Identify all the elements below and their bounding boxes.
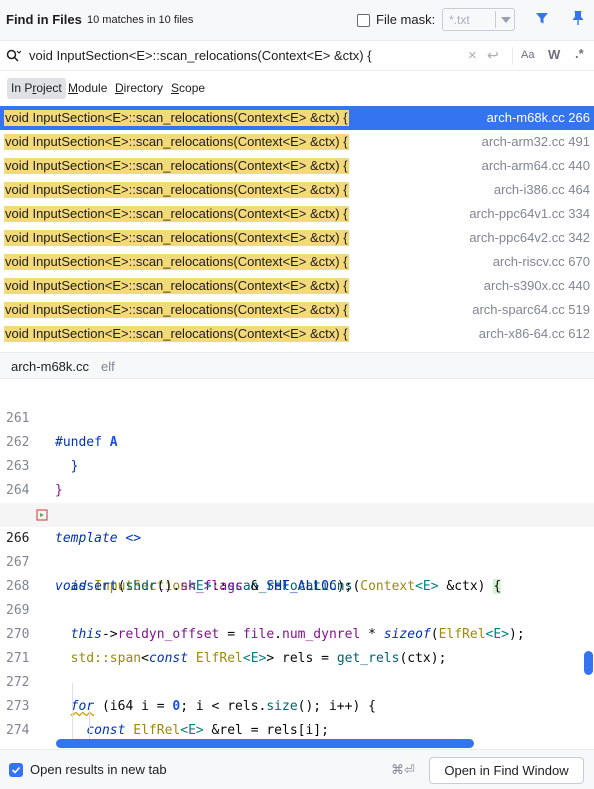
implementation-gutter-icon[interactable] (35, 508, 49, 522)
shortcut-hint: ⌘⏎ (391, 762, 415, 777)
match-count: 10 matches in 10 files (87, 14, 194, 26)
match-file: arch-sparc64.cc 519 (472, 302, 590, 317)
file-mask-label: File mask: (376, 12, 436, 27)
code-line: 271 (0, 623, 594, 666)
search-bar: × ↩ Aa W .* (0, 40, 594, 71)
line-number: 275 (6, 743, 30, 748)
match-file: arch-m68k.cc 266 (486, 110, 590, 125)
preview-header: arch-m68k.cc elf (0, 353, 594, 379)
match-text: void InputSection<E>::scan_relocations(C… (4, 158, 349, 174)
file-mask-combo[interactable]: *.txt (442, 8, 515, 31)
result-row[interactable]: void InputSection<E>::scan_relocations(C… (0, 250, 594, 274)
combo-separator (495, 11, 496, 28)
mnemonic-letter: M (68, 81, 78, 95)
dialog-title: Find in Files (6, 12, 82, 27)
match-text: void InputSection<E>::scan_relocations(C… (4, 134, 349, 150)
file-mask-checkbox[interactable] (357, 14, 370, 27)
check-icon (11, 766, 21, 774)
vertical-scrollbar[interactable] (584, 651, 593, 675)
code-line: 264 (0, 455, 594, 498)
code-line: 269 this->reldyn_offset = file.num_dynre… (0, 575, 594, 642)
code-line-current: 266 void InputSection<E>::scan_relocatio… (0, 503, 594, 594)
toolbar-separator (512, 47, 513, 65)
result-row[interactable]: void InputSection<E>::scan_relocations(C… (0, 298, 594, 322)
match-file: arch-x86-64.cc 612 (478, 326, 590, 341)
match-text: void InputSection<E>::scan_relocations(C… (4, 254, 349, 270)
pin-icon[interactable] (571, 10, 585, 26)
words-button[interactable]: W (548, 47, 560, 62)
match-text: void InputSection<E>::scan_relocations(C… (4, 110, 349, 126)
regex-button[interactable]: .* (575, 46, 584, 61)
indent-guide (72, 683, 73, 743)
code-line: 262 } (0, 407, 594, 474)
match-file: arch-arm64.cc 440 (481, 158, 590, 173)
filter-icon[interactable] (535, 11, 549, 25)
match-text: void InputSection<E>::scan_relocations(C… (4, 326, 349, 342)
tab-module[interactable]: Module (64, 78, 111, 99)
code-line: 270 std::span<const ElfRel<E>> rels = ge… (0, 599, 594, 666)
match-case-button[interactable]: Aa (521, 49, 534, 61)
tab-directory[interactable]: Directory (111, 78, 167, 99)
code-line: 268 (0, 551, 594, 594)
match-text: void InputSection<E>::scan_relocations(C… (4, 206, 349, 222)
match-text: void InputSection<E>::scan_relocations(C… (4, 182, 349, 198)
horizontal-scrollbar[interactable] (56, 739, 474, 748)
code-preview[interactable]: 261 #undef A 262 } 263 } 264 265 templat… (0, 380, 594, 748)
match-text: void InputSection<E>::scan_relocations(C… (4, 230, 349, 246)
preview-file-name: arch-m68k.cc (11, 359, 90, 374)
result-row[interactable]: void InputSection<E>::scan_relocations(C… (0, 322, 594, 346)
code-line: 263 } (0, 431, 594, 498)
code-line: 267 assert(shdr().sh_flags & SHF_ALLOC); (0, 527, 594, 594)
code-line: 272 for (i64 i = 0; i < rels.size(); i++… (0, 647, 594, 714)
tab-scope[interactable]: Scope (167, 78, 209, 99)
tab-label: Module (68, 81, 108, 95)
preview-file-path: elf (101, 359, 115, 374)
tab-label: Scope (171, 81, 206, 95)
result-row[interactable]: void InputSection<E>::scan_relocations(C… (0, 178, 594, 202)
new-line-icon[interactable]: ↩ (487, 47, 499, 64)
tab-label: Directory (115, 81, 164, 95)
tab-label: In Project (11, 81, 62, 95)
search-icon[interactable] (6, 49, 21, 63)
open-in-new-tab-label: Open results in new tab (30, 762, 167, 777)
mnemonic-letter: S (171, 81, 180, 95)
match-file: arch-ppc64v2.cc 342 (469, 230, 590, 245)
result-row[interactable]: void InputSection<E>::scan_relocations(C… (0, 106, 594, 130)
scope-tabs: In Project Module Directory Scope (0, 71, 594, 105)
match-text: void InputSection<E>::scan_relocations(C… (4, 278, 349, 294)
close-icon[interactable]: × (468, 48, 477, 63)
tab-in-project[interactable]: In Project (7, 78, 66, 99)
open-in-new-tab-checkbox[interactable] (9, 763, 23, 777)
results-list: void InputSection<E>::scan_relocations(C… (0, 106, 594, 346)
result-row[interactable]: void InputSection<E>::scan_relocations(C… (0, 154, 594, 178)
result-row[interactable]: void InputSection<E>::scan_relocations(C… (0, 130, 594, 154)
mnemonic-letter: D (115, 81, 124, 95)
search-input[interactable] (29, 48, 459, 63)
code-line: 261 #undef A (0, 383, 594, 450)
result-row[interactable]: void InputSection<E>::scan_relocations(C… (0, 226, 594, 250)
match-text: void InputSection<E>::scan_relocations(C… (4, 302, 349, 318)
file-mask-value: *.txt (449, 13, 470, 27)
mnemonic-letter: r (32, 81, 37, 95)
match-file: arch-arm32.cc 491 (481, 134, 590, 149)
result-row[interactable]: void InputSection<E>::scan_relocations(C… (0, 274, 594, 298)
code-line: 265 template <> (0, 479, 594, 546)
open-in-find-window-button[interactable]: Open in Find Window (429, 757, 584, 784)
chevron-down-icon[interactable] (501, 17, 511, 23)
match-file: arch-s390x.cc 440 (483, 278, 590, 293)
match-file: arch-i386.cc 464 (493, 182, 590, 197)
indent-guide (89, 707, 90, 743)
result-row[interactable]: void InputSection<E>::scan_relocations(C… (0, 202, 594, 226)
code-line: 273 const ElfRel<E> &rel = rels[i]; (0, 671, 594, 738)
find-header: Find in Files 10 matches in 10 files Fil… (0, 0, 594, 40)
match-file: arch-riscv.cc 670 (492, 254, 590, 269)
footer: Open results in new tab ⌘⏎ Open in Find … (0, 749, 594, 789)
match-file: arch-ppc64v1.cc 334 (469, 206, 590, 221)
